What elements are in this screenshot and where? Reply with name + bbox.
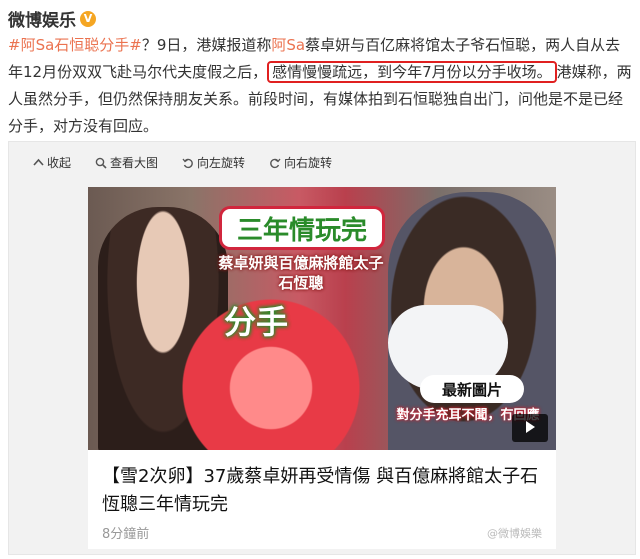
collapse-label: 收起 [47, 156, 72, 170]
play-icon [523, 419, 537, 438]
post-text-part1: ？9日，港媒报道称 [141, 36, 272, 54]
verified-icon: V [80, 10, 96, 27]
view-large-label: 查看大图 [110, 156, 159, 170]
magnifier-icon [95, 157, 107, 169]
topic-link[interactable]: #阿Sa石恒聪分手# [8, 36, 142, 54]
rotate-right-label: 向右旋转 [284, 156, 333, 170]
image-breakup-label: 分手 [224, 303, 289, 341]
rotate-left-button[interactable]: 向左旋转 [182, 154, 245, 171]
watermark: @微博娛樂 [487, 527, 542, 540]
play-button[interactable] [512, 414, 548, 442]
collapse-icon [33, 157, 44, 168]
rotate-left-icon [182, 157, 194, 169]
post-header: 微博娱乐 V [8, 6, 96, 31]
post-text: #阿Sa石恒聪分手#？9日，港媒报道称阿Sa蔡卓妍与百亿麻将馆太子爷石恒聪，两人… [8, 32, 634, 140]
article-photo[interactable]: 三年情玩完 蔡卓妍與百億麻將館太子石恆聰 分手 最新圖片 對分手充耳不聞，冇回應 [88, 187, 556, 450]
rotate-left-label: 向左旋转 [197, 156, 246, 170]
article-headline[interactable]: 【雪2次卵】37歲蔡卓妍再受情傷 與百億麻將館太子石恆聰三年情玩完 [102, 463, 542, 519]
image-subtitle: 蔡卓妍與百億麻將館太子石恆聰 [218, 254, 384, 292]
name-link[interactable]: 阿Sa [271, 36, 305, 54]
article-card[interactable]: 三年情玩完 蔡卓妍與百億麻將館太子石恆聰 分手 最新圖片 對分手充耳不聞，冇回應… [88, 187, 556, 549]
image-toolbar: 收起 查看大图 向左旋转 向右旋转 [33, 154, 332, 171]
image-latest-badge: 最新圖片 [420, 375, 524, 403]
article-time: 8分鐘前 [102, 527, 150, 542]
view-large-button[interactable]: 查看大图 [95, 154, 158, 171]
media-container: 收起 查看大图 向左旋转 向右旋转 三年情玩完 蔡卓妍與百億麻將館太子石恆聰 分… [8, 141, 636, 555]
rotate-right-button[interactable]: 向右旋转 [269, 154, 332, 171]
image-title: 三年情玩完 [222, 209, 382, 247]
rotate-right-icon [269, 157, 281, 169]
account-name[interactable]: 微博娱乐 [8, 6, 76, 31]
highlighted-text: 感情慢慢疏远，到今年7月份以分手收场。 [267, 61, 557, 83]
collapse-button[interactable]: 收起 [33, 154, 71, 171]
